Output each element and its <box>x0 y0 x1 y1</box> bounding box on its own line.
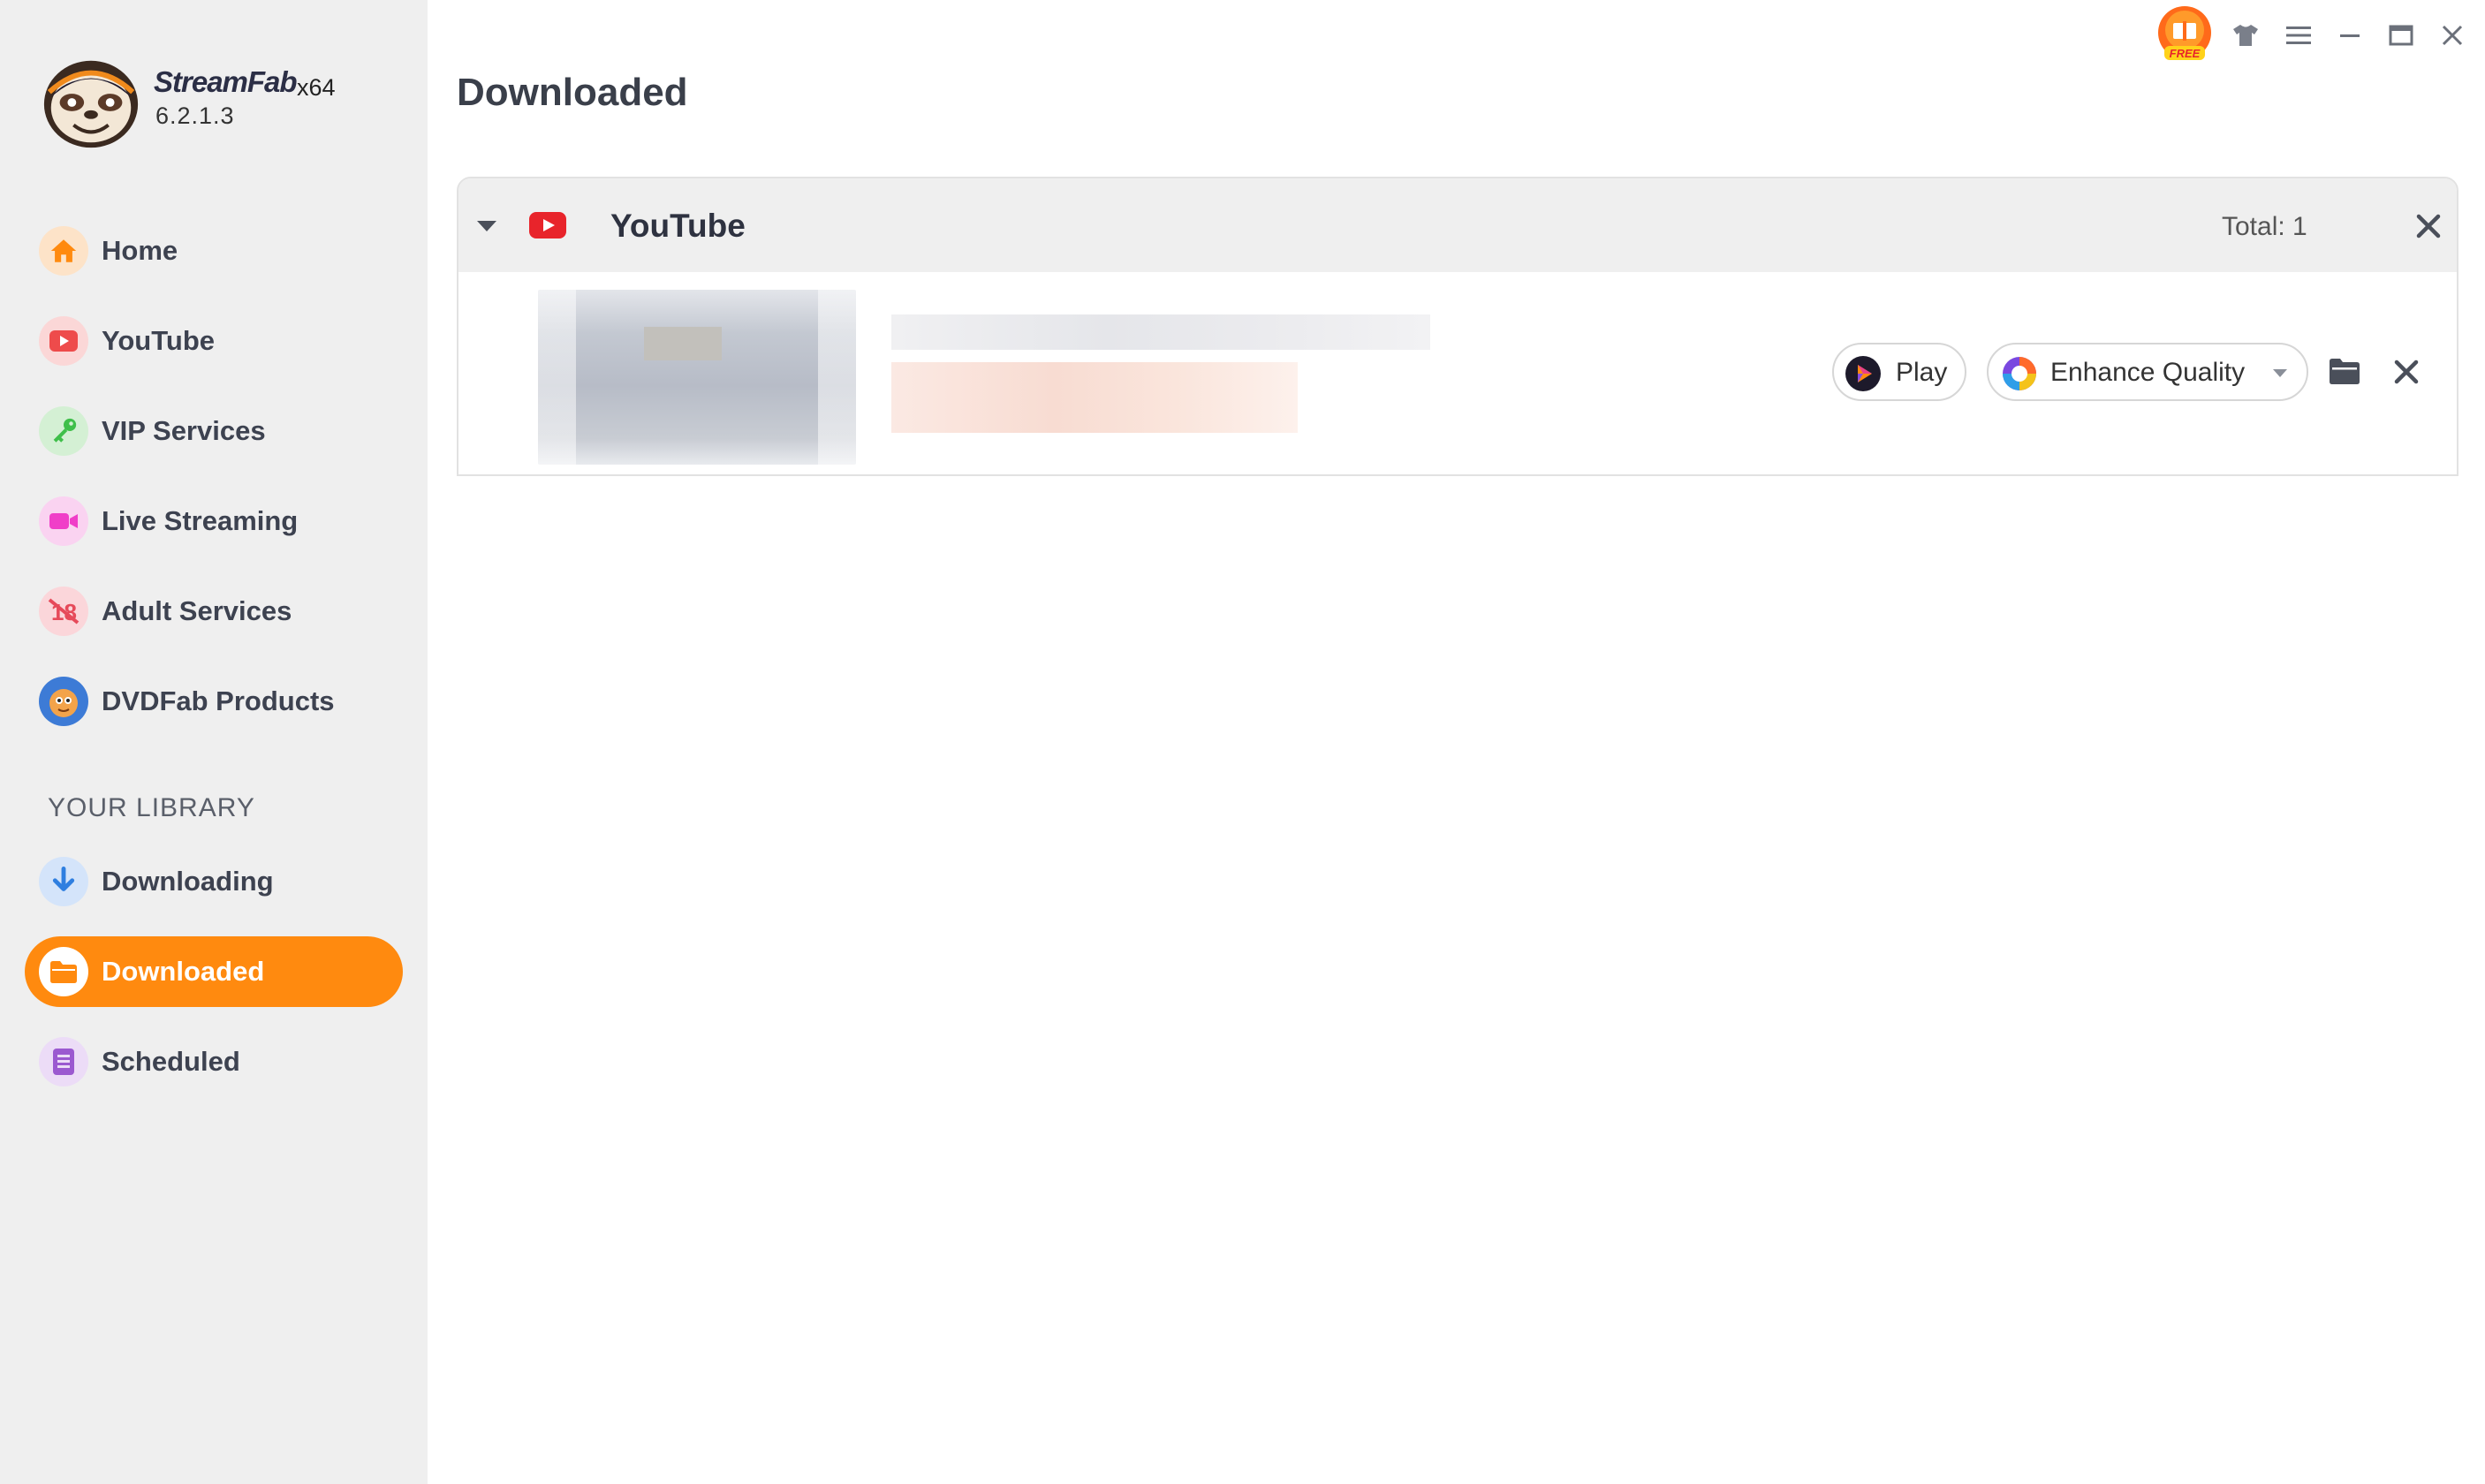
sidebar-item-label: YouTube <box>102 325 215 356</box>
player-logo-icon <box>1845 356 1881 391</box>
play-label: Play <box>1896 358 1948 387</box>
dvdfab-icon <box>39 677 88 726</box>
free-badge-text: FREE <box>2170 47 2201 60</box>
app-name: StreamFab <box>154 65 298 98</box>
library-section-label: YOUR LIBRARY <box>48 793 255 822</box>
home-icon <box>39 226 88 276</box>
sidebar-item-label: VIP Services <box>102 415 266 446</box>
sloth-logo-icon <box>43 60 139 148</box>
schedule-list-icon <box>39 1037 88 1086</box>
sidebar-item-label: Downloaded <box>102 956 265 987</box>
sidebar-item-adult-services[interactable]: 18 Adult Services <box>25 576 403 647</box>
enhance-quality-dropdown[interactable]: Enhance Quality <box>1987 343 2308 401</box>
app-arch: x64 <box>297 74 336 101</box>
sidebar-item-home[interactable]: Home <box>25 216 403 286</box>
download-arrow-icon <box>39 857 88 906</box>
chevron-down-icon <box>2273 369 2287 377</box>
video-meta-redacted <box>891 362 1298 433</box>
download-group-youtube: YouTube Total: 1 Play Enhance Quality <box>457 177 2458 476</box>
enhance-ai-icon <box>2003 357 2036 390</box>
sidebar-item-youtube[interactable]: YouTube <box>25 306 403 376</box>
app-version: 6.2.1.3 <box>155 102 235 129</box>
minimize-icon[interactable] <box>2329 14 2371 57</box>
remove-item-icon[interactable] <box>2391 357 2421 387</box>
maximize-icon[interactable] <box>2380 14 2422 57</box>
gift-free-icon[interactable]: FREE <box>2155 5 2214 64</box>
enhance-quality-label: Enhance Quality <box>2050 358 2246 387</box>
sidebar-item-label: Scheduled <box>102 1046 240 1077</box>
adult-18-icon: 18 <box>39 587 88 636</box>
sidebar-item-label: Adult Services <box>102 595 292 626</box>
sidebar-item-label: DVDFab Products <box>102 685 335 716</box>
page-title: Downloaded <box>457 71 688 114</box>
play-button[interactable]: Play <box>1832 343 1966 401</box>
sidebar: StreamFab x64 6.2.1.3 Home YouTube VIP S… <box>0 0 428 1484</box>
close-icon[interactable] <box>2431 14 2474 57</box>
video-title-redacted <box>891 314 1430 350</box>
sidebar-item-scheduled[interactable]: Scheduled <box>25 1026 403 1097</box>
sidebar-item-vip-services[interactable]: VIP Services <box>25 396 403 466</box>
sidebar-item-downloading[interactable]: Downloading <box>25 846 403 917</box>
sidebar-item-label: Home <box>102 235 178 266</box>
sidebar-item-dvdfab-products[interactable]: DVDFab Products <box>25 666 403 737</box>
key-icon <box>39 406 88 456</box>
youtube-logo-icon <box>529 212 566 238</box>
menu-icon[interactable] <box>2277 14 2320 57</box>
open-folder-icon[interactable] <box>2328 356 2361 386</box>
group-title: YouTube <box>610 208 746 244</box>
list-item: Play Enhance Quality <box>458 272 2457 474</box>
sidebar-item-label: Live Streaming <box>102 505 299 536</box>
group-total: Total: 1 <box>2222 212 2307 241</box>
skin-shirt-icon[interactable] <box>2224 14 2267 57</box>
video-thumbnail[interactable] <box>538 290 856 465</box>
group-header: YouTube Total: 1 <box>458 178 2457 272</box>
brand: StreamFab x64 6.2.1.3 <box>39 53 410 159</box>
sidebar-item-downloaded[interactable]: Downloaded <box>25 936 403 1007</box>
youtube-icon <box>39 316 88 366</box>
group-close-icon[interactable] <box>2413 210 2444 242</box>
sidebar-item-live-streaming[interactable]: Live Streaming <box>25 486 403 556</box>
sidebar-item-label: Downloading <box>102 866 274 897</box>
collapse-caret-icon[interactable] <box>474 214 499 238</box>
video-camera-icon <box>39 496 88 546</box>
folder-icon <box>39 947 88 996</box>
